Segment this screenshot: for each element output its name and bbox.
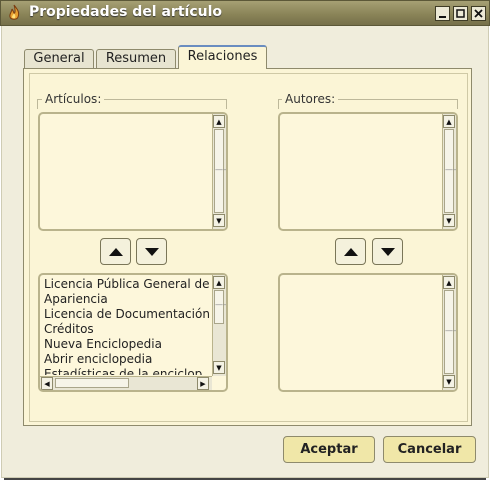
horizontal-scrollbar[interactable]: ◀ ▶	[40, 376, 212, 390]
scrollbar-thumb[interactable]: ———	[444, 129, 456, 213]
arrow-down-icon	[380, 248, 395, 256]
vertical-scrollbar[interactable]: ▲ ——— ▼	[442, 275, 456, 390]
arrow-down-icon	[144, 248, 159, 256]
list-item[interactable]: Apariencia	[44, 292, 212, 307]
accept-button[interactable]: Aceptar	[283, 436, 375, 463]
list-item[interactable]: Estadísticas de la enciclop	[44, 367, 212, 375]
list-item[interactable]: Créditos	[44, 322, 212, 337]
selected-articles-list[interactable]: ▲ ——— ▼	[38, 112, 228, 231]
autores-label: Autores:	[282, 92, 339, 106]
vertical-scrollbar[interactable]: ▲ ——— ▼	[442, 114, 456, 229]
arrow-up-icon	[343, 248, 358, 256]
list-item[interactable]: Abrir enciclopedia	[44, 352, 212, 367]
move-article-down-button[interactable]	[136, 238, 167, 265]
cancel-button[interactable]: Cancelar	[383, 436, 476, 463]
articles-items: Licencia Pública General de Apariencia L…	[44, 277, 212, 375]
scroll-right-icon[interactable]: ▶	[197, 377, 209, 390]
scroll-down-icon[interactable]: ▼	[443, 214, 455, 227]
scroll-up-icon[interactable]: ▲	[213, 115, 225, 128]
minimize-icon[interactable]	[435, 6, 450, 21]
tab-resumen[interactable]: Resumen	[96, 49, 176, 68]
move-author-up-button[interactable]	[335, 238, 366, 265]
scroll-down-icon[interactable]: ▼	[213, 214, 225, 227]
horizontal-thumb[interactable]	[55, 378, 129, 388]
scroll-down-icon[interactable]: ▼	[213, 361, 225, 374]
close-icon[interactable]	[471, 6, 486, 21]
scroll-left-icon[interactable]: ◀	[41, 377, 53, 390]
tab-relaciones[interactable]: Relaciones	[178, 45, 267, 69]
list-item[interactable]: Licencia de Documentación	[44, 307, 212, 322]
scroll-down-icon[interactable]: ▼	[443, 375, 455, 388]
move-article-up-button[interactable]	[100, 238, 131, 265]
scrollbar-thumb[interactable]: ———	[214, 129, 226, 213]
available-authors-list[interactable]: ▲ ——— ▼	[278, 273, 458, 392]
available-articles-list[interactable]: Licencia Pública General de Apariencia L…	[38, 273, 228, 392]
maximize-icon[interactable]	[453, 6, 468, 21]
list-item[interactable]: Licencia Pública General de	[44, 277, 212, 292]
list-item[interactable]: Nueva Enciclopedia	[44, 337, 212, 352]
window-bottom-edge	[4, 478, 486, 480]
selected-authors-list[interactable]: ▲ ——— ▼	[278, 112, 458, 231]
articulos-label: Artículos:	[42, 92, 105, 106]
window-title: Propiedades del artículo	[29, 4, 223, 20]
tab-general[interactable]: General	[24, 49, 94, 68]
scroll-up-icon[interactable]: ▲	[443, 276, 455, 289]
scroll-up-icon[interactable]: ▲	[213, 276, 225, 289]
vertical-scrollbar[interactable]: ▲ ——— ▼	[212, 275, 226, 376]
scroll-up-icon[interactable]: ▲	[443, 115, 455, 128]
app-flame-icon[interactable]	[6, 4, 22, 21]
scrollbar-thumb[interactable]: ———	[444, 290, 456, 374]
arrow-up-icon	[108, 248, 123, 256]
vertical-scrollbar[interactable]: ▲ ——— ▼	[212, 114, 226, 229]
scrollbar-thumb[interactable]: ———	[214, 290, 226, 324]
move-author-down-button[interactable]	[372, 238, 403, 265]
